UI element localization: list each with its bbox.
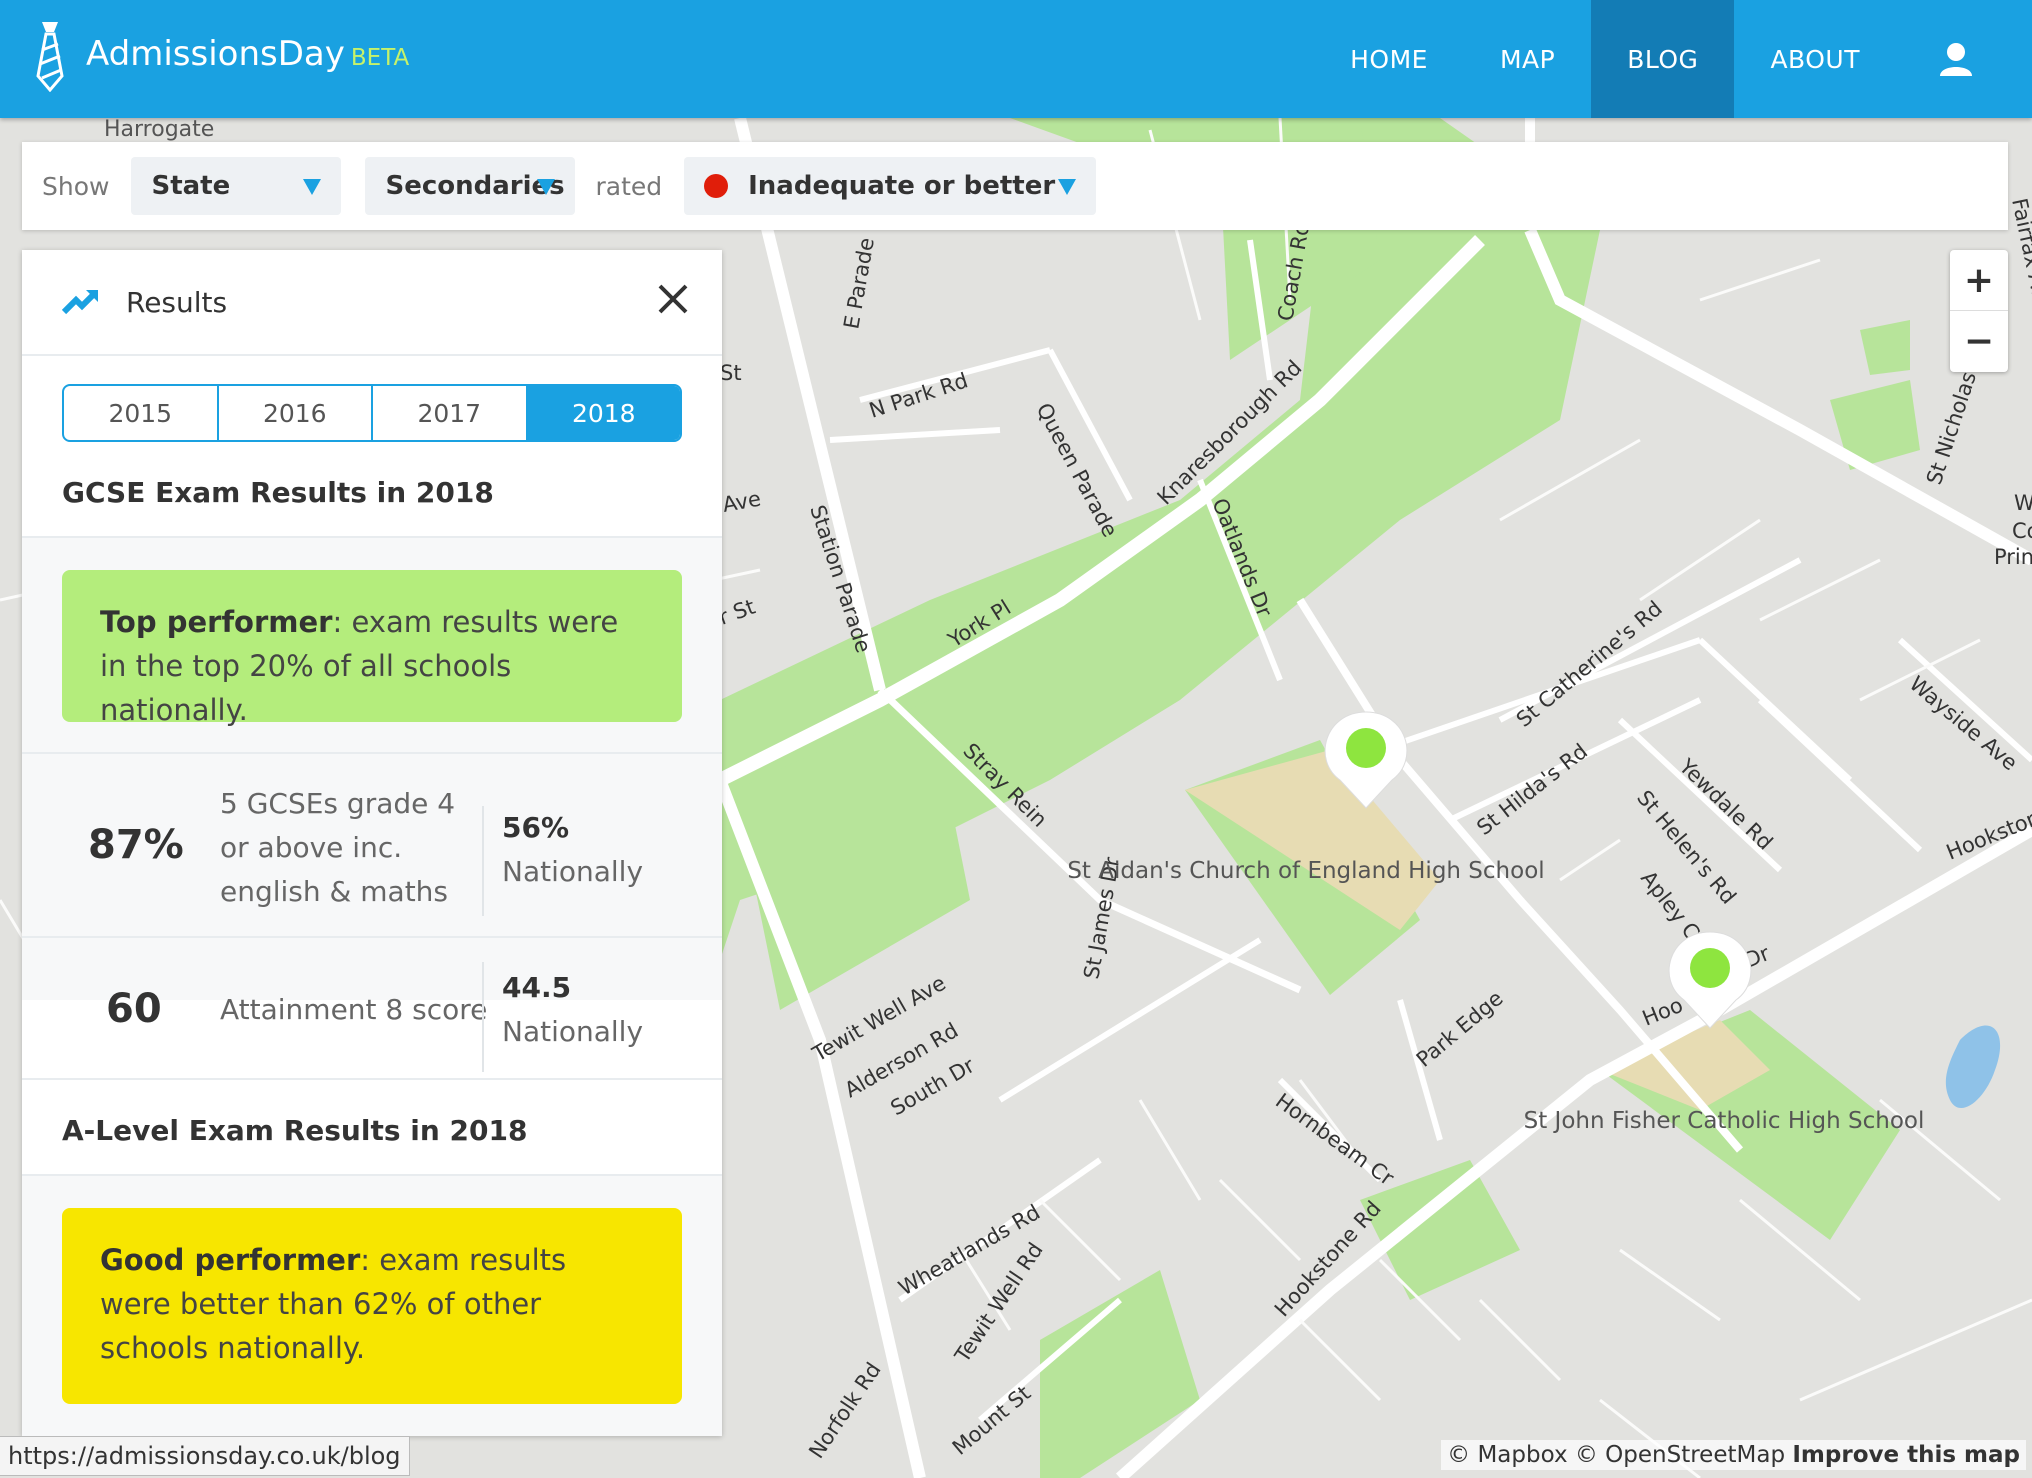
close-icon[interactable]: [656, 282, 690, 316]
attribution-text[interactable]: © Mapbox © OpenStreetMap: [1447, 1442, 1785, 1468]
trending-up-icon: [62, 290, 98, 315]
national-value: 44.5: [502, 971, 572, 1004]
filter-bar: Show State Secondaries rated Inadequate …: [22, 142, 2008, 230]
zoom-control: + −: [1950, 250, 2008, 372]
user-account-button[interactable]: [1896, 0, 2032, 118]
map-label-harrogate: Harrogate: [104, 118, 214, 142]
national-label: Nationally: [502, 1015, 644, 1048]
nav-home[interactable]: HOME: [1314, 0, 1464, 118]
phase-select[interactable]: Secondaries: [365, 157, 576, 215]
stat-value: 87%: [88, 822, 184, 868]
stat-value: 60: [106, 986, 162, 1032]
map-label-st: St: [720, 361, 742, 385]
gcse-heading: GCSE Exam Results in 2018: [62, 476, 494, 509]
school-label-st-john-fisher[interactable]: St John Fisher Catholic High School: [1524, 1108, 1925, 1134]
top-navbar: AdmissionsDay BETA HOME MAP BLOG ABOUT: [0, 0, 2032, 118]
national-value: 56%: [502, 811, 570, 844]
main-nav: HOME MAP BLOG ABOUT: [1314, 0, 2032, 118]
zoom-out-button[interactable]: −: [1950, 311, 2008, 371]
national-stat: 44.5 Nationally: [502, 966, 643, 1054]
stat-description: Attainment 8 score: [220, 993, 488, 1026]
chevron-down-icon: [303, 179, 322, 195]
map-label-w: W: [2014, 491, 2032, 515]
zoom-in-button[interactable]: +: [1950, 250, 2008, 310]
divider: [482, 962, 484, 1072]
school-type-select[interactable]: State: [131, 157, 342, 215]
divider: [22, 1078, 722, 1080]
user-icon: [1940, 43, 1972, 76]
alevel-performer-card: Good performer: exam results were better…: [62, 1208, 682, 1404]
map-label-prin: Prin: [1994, 545, 2032, 569]
results-panel: Results 2015 2016 2017 2018 GCSE Exam Re…: [22, 250, 722, 1436]
gcse-performer-card: Top performer: exam results were in the …: [62, 570, 682, 727]
rating-color-dot-icon: [704, 174, 729, 198]
nav-about[interactable]: ABOUT: [1734, 0, 1896, 118]
rating-select[interactable]: Inadequate or better: [684, 157, 1097, 215]
divider: [482, 806, 484, 916]
school-type-value: State: [151, 171, 231, 201]
beta-badge: BETA: [350, 45, 410, 71]
divider: [22, 752, 722, 754]
national-stat: 56% Nationally: [502, 806, 643, 894]
brand-title: AdmissionsDay: [86, 34, 345, 74]
rated-label: rated: [595, 171, 663, 201]
nav-map[interactable]: MAP: [1464, 0, 1591, 118]
show-label: Show: [42, 171, 110, 201]
map-attribution: © Mapbox © OpenStreetMap Improve this ma…: [1441, 1440, 2026, 1470]
status-url-bar: https://admissionsday.co.uk/blog: [0, 1436, 410, 1476]
chevron-down-icon: [537, 179, 556, 195]
map-label-co: Co: [2012, 519, 2032, 543]
tab-2017[interactable]: 2017: [373, 386, 528, 440]
tab-2015[interactable]: 2015: [64, 386, 219, 440]
tab-2018[interactable]: 2018: [527, 386, 680, 440]
brand-name[interactable]: AdmissionsDay BETA: [86, 34, 409, 74]
year-tabs: 2015 2016 2017 2018: [62, 384, 682, 442]
national-label: Nationally: [502, 855, 644, 888]
school-label-st-aidans[interactable]: St Aidan's Church of England High School: [1067, 858, 1544, 884]
divider: [22, 936, 722, 938]
alevel-heading: A-Level Exam Results in 2018: [62, 1114, 528, 1147]
results-header: Results: [22, 250, 722, 356]
tab-2016[interactable]: 2016: [219, 386, 373, 440]
improve-map-link[interactable]: Improve this map: [1792, 1442, 2020, 1468]
gcse-performer-strong: Top performer: [100, 605, 333, 639]
chevron-down-icon: [1058, 179, 1077, 195]
results-title: Results: [126, 286, 228, 319]
rating-value: Inadequate or better: [748, 171, 1056, 201]
tie-logo-icon[interactable]: [32, 20, 68, 92]
stat-description: 5 GCSEs grade 4 or above inc. english & …: [220, 787, 456, 908]
nav-blog[interactable]: BLOG: [1591, 0, 1735, 118]
alevel-performer-strong: Good performer: [100, 1243, 361, 1277]
